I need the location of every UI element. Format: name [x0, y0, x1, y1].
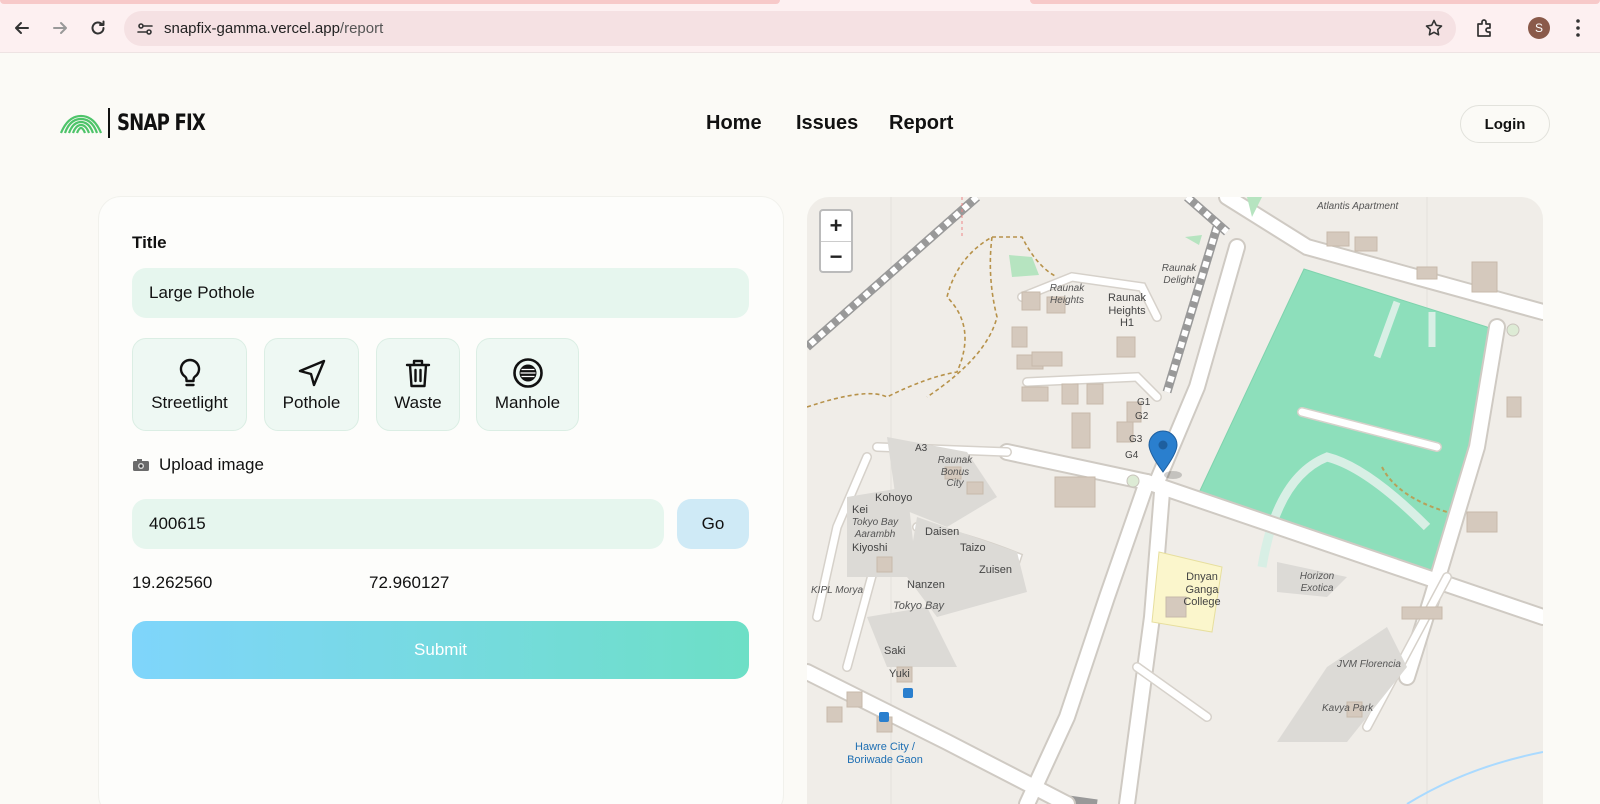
map-label: G4 [1125, 450, 1139, 461]
tab-strip [0, 0, 1600, 4]
map-label: Kohoyo [875, 492, 913, 504]
camera-icon [133, 459, 149, 471]
address-bar[interactable]: snapfix-gamma.vercel.app/report [124, 11, 1456, 46]
login-button[interactable]: Login [1460, 105, 1550, 143]
map-label: Raunak Delight [1161, 263, 1197, 286]
map-label: Saki [884, 645, 906, 657]
upload-image-label: Upload image [159, 455, 264, 474]
category-label: Waste [394, 393, 442, 412]
latitude-value: 19.262560 [132, 573, 213, 592]
navigation-arrow-icon [298, 359, 325, 387]
map-label: Yuki [889, 668, 910, 680]
map-label: Nanzen [907, 579, 945, 591]
map-tiles[interactable] [807, 197, 1543, 804]
map-label: Kavya Park [1322, 703, 1374, 714]
reload-icon [91, 20, 105, 35]
reload-button[interactable] [86, 16, 110, 40]
logo-mark-icon [60, 114, 102, 134]
brand-logo[interactable]: SNAP FIX [60, 108, 224, 138]
back-button[interactable] [10, 16, 34, 40]
report-form-card: Title Streetlight Pothole Waste Manhole … [99, 197, 783, 804]
category-manhole[interactable]: Manhole [476, 338, 579, 431]
location-map[interactable]: + − Atlantis Apartment Raunak Heights Ra… [807, 197, 1543, 804]
brand-name: SNAP FIX [117, 110, 206, 136]
map-label: Raunak Heights [1049, 283, 1085, 306]
tab-inactive[interactable] [1030, 0, 1600, 4]
forward-button[interactable] [48, 16, 72, 40]
forward-arrow-icon [53, 22, 67, 34]
back-arrow-icon [15, 22, 29, 34]
zoom-out-button[interactable]: − [821, 241, 851, 271]
title-input[interactable] [132, 268, 749, 318]
map-label: A3 [915, 443, 928, 454]
map-label: Tokyo Bay Aarambh [851, 517, 899, 540]
map-label: G3 [1129, 434, 1143, 445]
trash-icon [405, 359, 431, 388]
upload-image-button[interactable]: Upload image [132, 455, 264, 475]
profile-avatar[interactable]: S [1528, 17, 1550, 39]
map-label: Taizo [960, 542, 986, 554]
url-host: snapfix-gamma.vercel.app [164, 20, 340, 37]
map-label: Raunak Heights H1 [1108, 292, 1146, 330]
map-label: Atlantis Apartment [1317, 201, 1399, 212]
category-label: Pothole [282, 393, 341, 412]
extensions-puzzle-icon[interactable] [1474, 17, 1496, 39]
url-path: /report [339, 20, 384, 37]
category-label: Streetlight [151, 393, 228, 412]
map-label: Horizon Exotica [1299, 571, 1335, 594]
map-label: KIPL Morya [811, 585, 864, 596]
logo-divider [108, 108, 110, 138]
category-label: Manhole [494, 393, 561, 412]
map-label: Dnyan Ganga College [1183, 571, 1221, 609]
nav-home[interactable]: Home [706, 112, 762, 135]
browser-toolbar: snapfix-gamma.vercel.app/report S [0, 0, 1600, 53]
map-label: Daisen [925, 526, 960, 538]
longitude-value: 72.960127 [369, 573, 450, 592]
kebab-menu-icon[interactable] [1568, 17, 1588, 39]
map-label: Tokyo Bay [893, 600, 944, 612]
map-label: G1 [1137, 397, 1151, 408]
tab-active[interactable] [0, 0, 780, 4]
bookmark-star-icon[interactable] [1424, 18, 1444, 38]
nav-report[interactable]: Report [889, 112, 953, 135]
lightbulb-icon [179, 358, 200, 387]
title-label: Title [132, 233, 167, 252]
map-label: Zuisen [979, 564, 1013, 576]
url-text: snapfix-gamma.vercel.app/report [164, 20, 383, 37]
map-label: Kiyoshi [852, 542, 888, 554]
map-label: G2 [1135, 411, 1149, 422]
map-label: Kei [852, 504, 868, 516]
pincode-input[interactable] [132, 499, 664, 549]
submit-button[interactable]: Submit [132, 621, 749, 679]
map-label: Raunak Bonus City [937, 455, 973, 489]
map-label: Hawre City / Boriwade Gaon [847, 741, 923, 766]
manhole-icon [512, 358, 543, 388]
zoom-in-button[interactable]: + [821, 211, 851, 241]
site-settings-icon[interactable] [136, 20, 154, 38]
category-pothole[interactable]: Pothole [264, 338, 359, 431]
category-waste[interactable]: Waste [376, 338, 460, 431]
zoom-control: + − [819, 209, 853, 273]
category-streetlight[interactable]: Streetlight [132, 338, 247, 431]
nav-issues[interactable]: Issues [796, 112, 858, 135]
go-button[interactable]: Go [677, 499, 749, 549]
map-label: JVM Florencia [1337, 659, 1401, 670]
